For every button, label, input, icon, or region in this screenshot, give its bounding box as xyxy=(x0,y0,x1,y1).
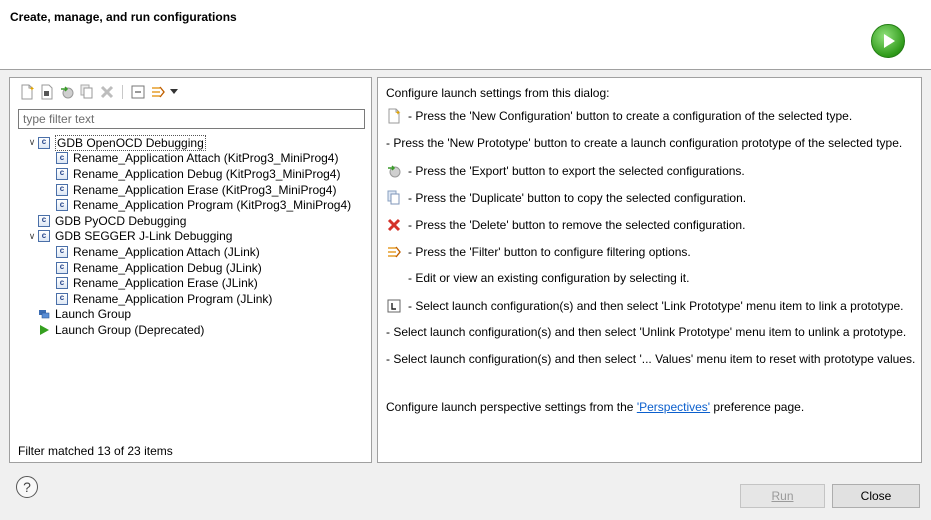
tree-item[interactable]: ∨ c GDB OpenOCD Debugging xyxy=(10,134,371,151)
c-config-icon: c xyxy=(38,214,50,227)
tree-item[interactable]: c Rename_Application Program (KitProg3_M… xyxy=(10,197,371,213)
tree-item-label: Rename_Application Attach (KitProg3_Mini… xyxy=(73,151,339,166)
info-line-text: - Select launch configuration(s) and the… xyxy=(408,299,904,313)
run-button-label: Run xyxy=(771,489,794,503)
c-config-icon: c xyxy=(56,152,68,165)
info-line-text: - Press the 'Delete' button to remove th… xyxy=(408,218,746,232)
c-config-icon: c xyxy=(38,230,50,243)
tree-item[interactable]: c Rename_Application Attach (KitProg3_Mi… xyxy=(10,151,371,167)
tree-item[interactable]: c Rename_Application Debug (KitProg3_Min… xyxy=(10,166,371,182)
info-line: - Press the 'Delete' button to remove th… xyxy=(386,217,745,233)
info-line: - Press the 'New Prototype' button to cr… xyxy=(386,136,902,150)
perspectives-link[interactable]: 'Perspectives' xyxy=(637,400,710,414)
perspectives-line: Configure launch perspective settings fr… xyxy=(386,400,804,414)
new-prototype-icon[interactable] xyxy=(38,83,56,101)
info-line: - Press the 'Export' button to export th… xyxy=(386,163,745,179)
filter-input[interactable] xyxy=(18,109,365,129)
dropdown-arrow-icon[interactable] xyxy=(169,83,179,101)
info-line-text: - Select launch configuration(s) and the… xyxy=(386,325,907,339)
svg-text:✦: ✦ xyxy=(395,109,401,117)
c-config-icon: c xyxy=(56,277,68,290)
tree-item-label: Rename_Application Erase (JLink) xyxy=(73,276,258,291)
info-line-text: - Press the 'Filter' button to configure… xyxy=(408,245,691,259)
tree-item-label: Rename_Application Debug (JLink) xyxy=(73,260,262,275)
launch-group-icon xyxy=(38,308,50,320)
tree-item[interactable]: c Rename_Application Debug (JLink) xyxy=(10,260,371,276)
export-icon[interactable] xyxy=(58,83,76,101)
close-button[interactable]: Close xyxy=(832,484,920,508)
tree-item[interactable]: c Rename_Application Erase (KitProg3_Min… xyxy=(10,182,371,198)
tree-item-label: GDB SEGGER J-Link Debugging xyxy=(55,229,233,244)
info-line-text: - Press the 'New Prototype' button to cr… xyxy=(386,136,903,150)
tree-item-label: Rename_Application Program (KitProg3_Min… xyxy=(73,198,352,213)
c-config-icon: c xyxy=(56,167,68,180)
c-config-icon: c xyxy=(56,245,68,258)
info-line: - Select launch configuration(s) and the… xyxy=(386,325,906,339)
new-configuration-icon: ✦ xyxy=(386,108,402,124)
tree-item-label: Rename_Application Erase (KitProg3_MiniP… xyxy=(73,182,337,197)
chevron-down-icon[interactable]: ∨ xyxy=(26,231,38,242)
toolbar-separator xyxy=(122,85,123,99)
perspectives-suffix: preference page. xyxy=(710,400,805,414)
filter-icon xyxy=(386,244,402,260)
duplicate-icon[interactable] xyxy=(78,83,96,101)
filter-status: Filter matched 13 of 23 items xyxy=(18,444,173,458)
dialog-title: Create, manage, and run configurations xyxy=(10,10,237,24)
configuration-tree-panel: ✦ ∨ c GDB OpenOCD Debugging xyxy=(9,77,372,463)
info-line-text: - Press the 'New Configuration' button t… xyxy=(408,109,853,123)
link-prototype-icon xyxy=(386,298,402,314)
tree-item-label: Launch Group (Deprecated) xyxy=(55,322,205,337)
tree-item[interactable]: ∨ c GDB SEGGER J-Link Debugging xyxy=(10,229,371,245)
info-line: - Press the 'Duplicate' button to copy t… xyxy=(386,190,746,206)
run-button[interactable]: Run xyxy=(740,484,825,508)
tree-item-label: GDB PyOCD Debugging xyxy=(55,213,187,228)
info-line: ✦ - Press the 'New Configuration' button… xyxy=(386,108,852,124)
tree-item[interactable]: Launch Group (Deprecated) xyxy=(10,322,371,338)
tree-item[interactable]: c Rename_Application Program (JLink) xyxy=(10,291,371,307)
c-config-icon: c xyxy=(56,261,68,274)
tree-item-label: Rename_Application Debug (KitProg3_MiniP… xyxy=(73,166,341,181)
run-logo-icon xyxy=(871,24,905,58)
configuration-tree: ∨ c GDB OpenOCD Debugging c Rename_Appli… xyxy=(10,134,371,338)
tree-item[interactable]: Launch Group xyxy=(10,307,371,323)
delete-icon[interactable] xyxy=(98,83,116,101)
collapse-all-icon[interactable] xyxy=(129,83,147,101)
tree-item-label: GDB OpenOCD Debugging xyxy=(55,134,206,151)
info-line: - Select launch configuration(s) and the… xyxy=(386,298,904,314)
delete-icon xyxy=(386,217,402,233)
c-config-icon: c xyxy=(38,136,50,149)
filter-icon[interactable] xyxy=(149,83,167,101)
info-line: - Press the 'Filter' button to configure… xyxy=(386,244,691,260)
info-line-text: - Edit or view an existing configuration… xyxy=(408,271,690,285)
chevron-down-icon[interactable]: ∨ xyxy=(26,137,38,148)
tree-toolbar: ✦ xyxy=(18,82,179,102)
info-line: - Edit or view an existing configuration… xyxy=(408,271,689,285)
info-line-text: - Press the 'Duplicate' button to copy t… xyxy=(408,191,747,205)
dialog-header: Create, manage, and run configurations xyxy=(0,0,931,70)
c-config-icon: c xyxy=(56,199,68,212)
info-line-text: - Select launch configuration(s) and the… xyxy=(386,352,916,366)
tree-item-label: Rename_Application Attach (JLink) xyxy=(73,244,260,259)
tree-item[interactable]: c Rename_Application Attach (JLink) xyxy=(10,244,371,260)
info-line-text: - Press the 'Export' button to export th… xyxy=(408,164,745,178)
svg-text:✦: ✦ xyxy=(29,85,34,93)
tree-item-label: Launch Group xyxy=(55,307,132,322)
export-icon xyxy=(386,163,402,179)
duplicate-icon xyxy=(386,190,402,206)
c-config-icon: c xyxy=(56,183,68,196)
info-intro: Configure launch settings from this dial… xyxy=(386,86,609,100)
info-line: - Select launch configuration(s) and the… xyxy=(386,352,915,366)
perspectives-prefix: Configure launch perspective settings fr… xyxy=(386,400,637,414)
info-intro-text: Configure launch settings from this dial… xyxy=(386,86,610,100)
tree-item[interactable]: c Rename_Application Erase (JLink) xyxy=(10,275,371,291)
tree-item-label: Rename_Application Program (JLink) xyxy=(73,291,273,306)
help-icon[interactable]: ? xyxy=(16,476,38,498)
c-config-icon: c xyxy=(56,292,68,305)
info-panel: Configure launch settings from this dial… xyxy=(377,77,922,463)
play-icon xyxy=(38,324,50,336)
new-configuration-icon[interactable]: ✦ xyxy=(18,83,36,101)
tree-item[interactable]: c GDB PyOCD Debugging xyxy=(10,213,371,229)
